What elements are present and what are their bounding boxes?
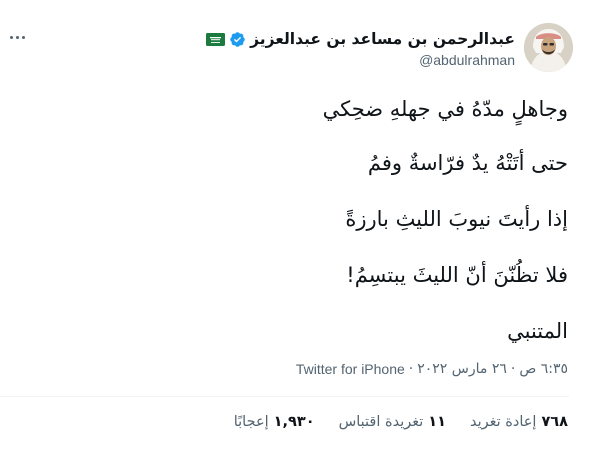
tweet-line: فلا تظُنّنَ أنّ الليثَ يبتسِمُ! [346, 263, 568, 287]
retweets-label: إعادة تغريد [469, 414, 537, 430]
tweet-date[interactable]: ٢٦ مارس ٢٠٢٢ [417, 361, 507, 377]
engagement-stats: ٧٦٨ إعادة تغريد ١١ تغريدة اقتباس ١,٩٣٠ إ… [234, 414, 568, 430]
avatar[interactable] [524, 23, 573, 72]
quotes-stat[interactable]: ١١ تغريدة اقتباس [339, 414, 446, 430]
tweet-header: عبدالرحمن بن مساعد بن عبدالعزيز @abdulra… [206, 28, 515, 68]
retweets-stat[interactable]: ٧٦٨ إعادة تغريد [470, 414, 568, 430]
verified-badge-icon [230, 31, 245, 47]
tweet-line: إذا رأيتَ نيوبَ الليثِ بارزةً [345, 207, 568, 231]
saudi-flag-icon [206, 32, 226, 46]
tweet-detail: عبدالرحمن بن مساعد بن عبدالعزيز @abdulra… [0, 0, 595, 454]
tweet-line: حتى أتَتْهُ يدٌ فرّاسةٌ وفمُ [367, 151, 568, 175]
author-name[interactable]: عبدالرحمن بن مساعد بن عبدالعزيز [250, 30, 515, 48]
likes-count: ١,٩٣٠ [273, 414, 315, 430]
tweet-source[interactable]: Twitter for iPhone [296, 361, 405, 377]
meta-separator: · [408, 361, 414, 377]
likes-stat[interactable]: ١,٩٣٠ إعجابًا [234, 414, 315, 430]
tweet-signature: المتنبي [507, 319, 568, 343]
quotes-count: ١١ [428, 414, 446, 430]
quotes-label: تغريدة اقتباس [338, 414, 424, 430]
divider [0, 396, 569, 397]
tweet-text: وجاهلٍ مدّهُ في جهلهِ ضحِكي حتى أتَتْهُ … [148, 94, 568, 346]
retweets-count: ٧٦٨ [541, 414, 568, 430]
meta-separator: · [510, 361, 516, 377]
likes-label: إعجابًا [233, 414, 269, 430]
author-handle[interactable]: @abdulrahman [206, 52, 515, 68]
more-options-icon[interactable] [6, 28, 28, 46]
tweet-metadata: ٦:٣٥ ص · ٢٦ مارس ٢٠٢٢ · Twitter for iPho… [296, 361, 568, 377]
tweet-line: وجاهلٍ مدّهُ في جهلهِ ضحِكي [322, 97, 568, 121]
tweet-time[interactable]: ٦:٣٥ ص [519, 361, 568, 377]
